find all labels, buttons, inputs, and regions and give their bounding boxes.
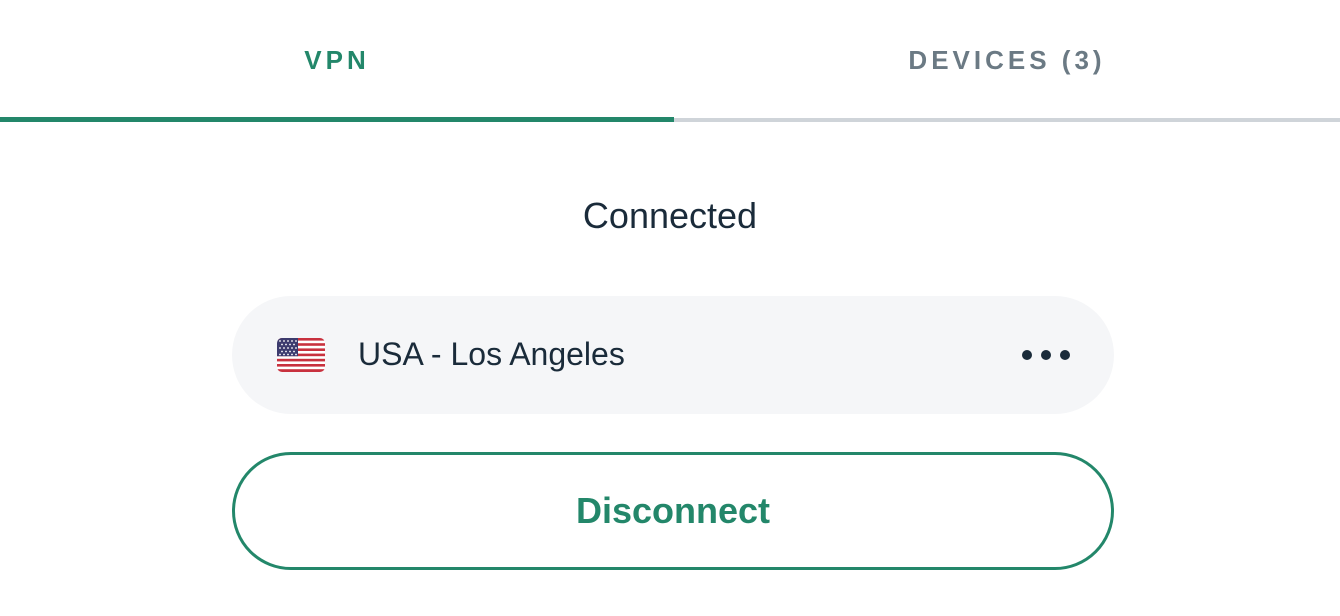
us-flag-icon (277, 338, 325, 372)
more-dot (1022, 350, 1032, 360)
tab-bar: VPN DEVICES (3) (0, 0, 1340, 122)
vpn-panel: VPN DEVICES (3) Connected USA - Los Ange… (0, 0, 1340, 616)
more-options-icon[interactable] (1022, 337, 1070, 373)
location-name: USA - Los Angeles (358, 336, 625, 372)
connection-status: Connected (582, 195, 758, 236)
tab-vpn[interactable]: VPN (0, 0, 674, 122)
tab-vpn-label: VPN (304, 45, 370, 75)
more-dot (1041, 350, 1051, 360)
location-selector[interactable]: USA - Los Angeles (232, 296, 1114, 414)
tab-devices-label: DEVICES (3) (908, 45, 1106, 75)
more-dot (1060, 350, 1070, 360)
tab-devices-indicator (674, 118, 1340, 122)
tab-vpn-active-indicator (0, 117, 674, 122)
tab-devices[interactable]: DEVICES (3) (674, 0, 1340, 122)
disconnect-label: Disconnect (575, 490, 771, 531)
disconnect-button[interactable]: Disconnect (232, 452, 1114, 570)
